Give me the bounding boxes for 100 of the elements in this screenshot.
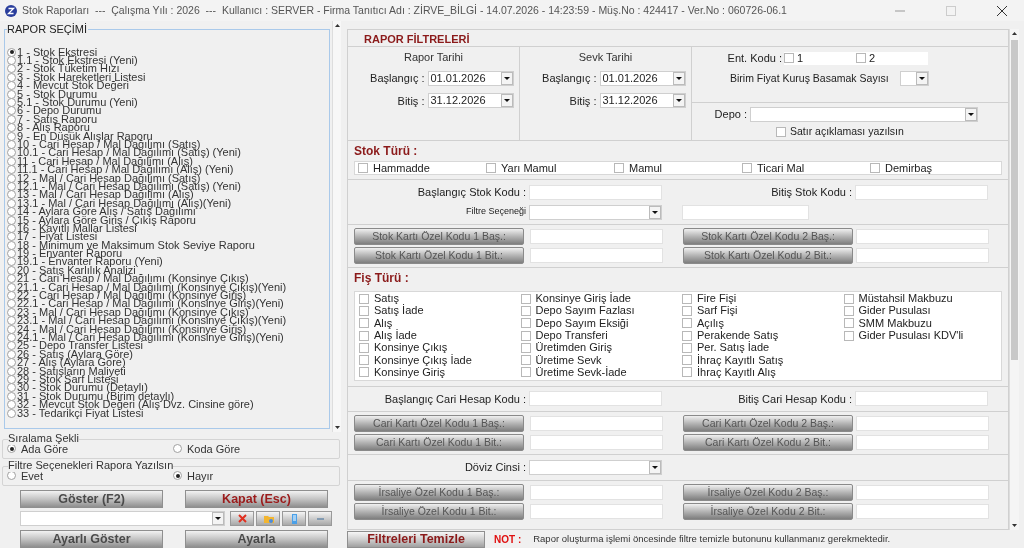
radio-button[interactable] [7,131,16,141]
checkbox[interactable] [742,163,752,173]
action-button[interactable]: Göster (F2) [20,490,163,508]
checkbox[interactable] [682,305,692,316]
checkbox[interactable] [359,355,369,366]
radio-button[interactable] [7,274,16,284]
checkbox[interactable] [843,318,854,329]
radio-button[interactable] [173,444,182,454]
code-button[interactable]: Cari Kartı Özel Kodu 1 Bit.: [354,434,524,452]
delete-button[interactable] [230,511,254,526]
checkbox[interactable] [520,305,531,316]
radio-button[interactable] [7,123,16,133]
radio-button[interactable] [7,72,16,82]
input-field[interactable] [530,247,663,263]
checkbox[interactable] [486,163,496,173]
radio-button[interactable] [7,173,16,183]
close-icon[interactable] [997,5,1007,16]
scrollbar[interactable] [1009,29,1019,530]
input-field[interactable] [530,484,663,500]
radio-button[interactable] [7,56,16,66]
code-button[interactable]: Stok Kartı Özel Kodu 1 Bit.: [354,246,524,264]
stack-button[interactable] [282,511,306,526]
radio-button[interactable] [7,400,16,410]
input-field[interactable] [856,416,989,432]
radio-button[interactable] [7,374,16,384]
date-dropdown[interactable]: 01.01.2026 [599,70,686,86]
checkbox[interactable] [856,53,866,64]
code-button[interactable]: İrsaliye Özel Kodu 1 Baş.: [354,483,524,501]
checkbox[interactable] [843,305,854,316]
radio-button[interactable] [7,265,16,275]
checkbox[interactable] [682,355,692,366]
radio-button[interactable] [173,471,182,481]
radio-button[interactable] [7,140,16,149]
radio-button[interactable] [7,307,16,317]
radio-button[interactable] [7,257,16,267]
code-button[interactable]: Stok Kartı Özel Kodu 2 Baş.: [683,227,853,245]
radio-button[interactable] [7,106,16,116]
code-button[interactable]: Cari Kartı Özel Kodu 2 Baş.: [683,415,853,433]
input-field[interactable] [856,503,989,519]
radio-button[interactable] [7,223,16,233]
date-dropdown[interactable]: 31.12.2026 [427,93,514,109]
checkbox[interactable] [682,318,692,329]
date-dropdown[interactable]: 01.01.2026 [427,70,514,86]
scrollbar[interactable] [332,21,341,432]
checkbox[interactable] [359,367,369,378]
scroll-up-icon[interactable] [1010,29,1019,38]
input-field[interactable] [682,204,809,220]
radio-button[interactable] [7,249,16,259]
code-button[interactable]: Stok Kartı Özel Kodu 2 Bit.: [683,246,853,264]
input-field[interactable] [855,391,988,407]
radio-button[interactable] [7,408,16,418]
checkbox[interactable] [520,342,531,353]
checkbox[interactable] [843,330,854,341]
digits-dropdown[interactable] [900,70,929,86]
radio-button[interactable] [7,81,16,91]
radio-button[interactable] [7,114,16,124]
action-button[interactable]: Ayarlı Göster [20,530,163,548]
input-field[interactable] [529,184,662,200]
checkbox[interactable] [520,355,531,366]
radio-button[interactable] [7,316,16,326]
checkbox[interactable] [682,330,692,341]
radio-button[interactable] [7,366,16,376]
radio-button[interactable] [7,181,16,191]
code-button[interactable]: İrsaliye Özel Kodu 1 Bit.: [354,502,524,520]
checkbox[interactable] [359,342,369,353]
checkbox[interactable] [359,318,369,329]
code-button[interactable]: Stok Kartı Özel Kodu 1 Baş.: [354,227,524,245]
radio-button[interactable] [7,391,16,401]
radio-button[interactable] [7,232,16,242]
scroll-down-icon[interactable] [1010,521,1019,530]
input-field[interactable] [530,228,663,244]
radio-button[interactable] [7,341,16,351]
radio-button[interactable] [7,207,16,217]
action-button[interactable]: Kapat (Esc) [185,490,328,508]
checkbox[interactable] [870,163,880,173]
checkbox[interactable] [682,342,692,353]
checkbox[interactable] [359,293,369,304]
radio-button[interactable] [7,240,16,250]
radio-button[interactable] [7,148,16,158]
checkbox[interactable] [614,163,624,173]
minus-button[interactable] [308,511,332,526]
scroll-down-icon[interactable] [333,423,342,432]
action-button[interactable]: Ayarla [185,530,328,548]
radio-button[interactable] [7,165,16,175]
checkbox[interactable] [520,367,531,378]
code-button[interactable]: İrsaliye Özel Kodu 2 Baş.: [683,483,853,501]
checkbox[interactable] [784,53,794,64]
code-button[interactable]: İrsaliye Özel Kodu 2 Bit.: [683,502,853,520]
input-field[interactable] [530,503,663,519]
radio-button[interactable] [7,98,16,108]
radio-button[interactable] [7,333,16,342]
checkbox[interactable] [682,293,692,304]
radio-button[interactable] [7,349,16,359]
radio-button[interactable] [7,471,16,481]
radio-button[interactable] [7,47,16,57]
input-field[interactable] [856,484,989,500]
input-field[interactable] [530,435,663,451]
code-button[interactable]: Cari Kartı Özel Kodu 2 Bit.: [683,434,853,452]
checkbox[interactable] [520,318,531,329]
checkbox[interactable] [359,330,369,341]
